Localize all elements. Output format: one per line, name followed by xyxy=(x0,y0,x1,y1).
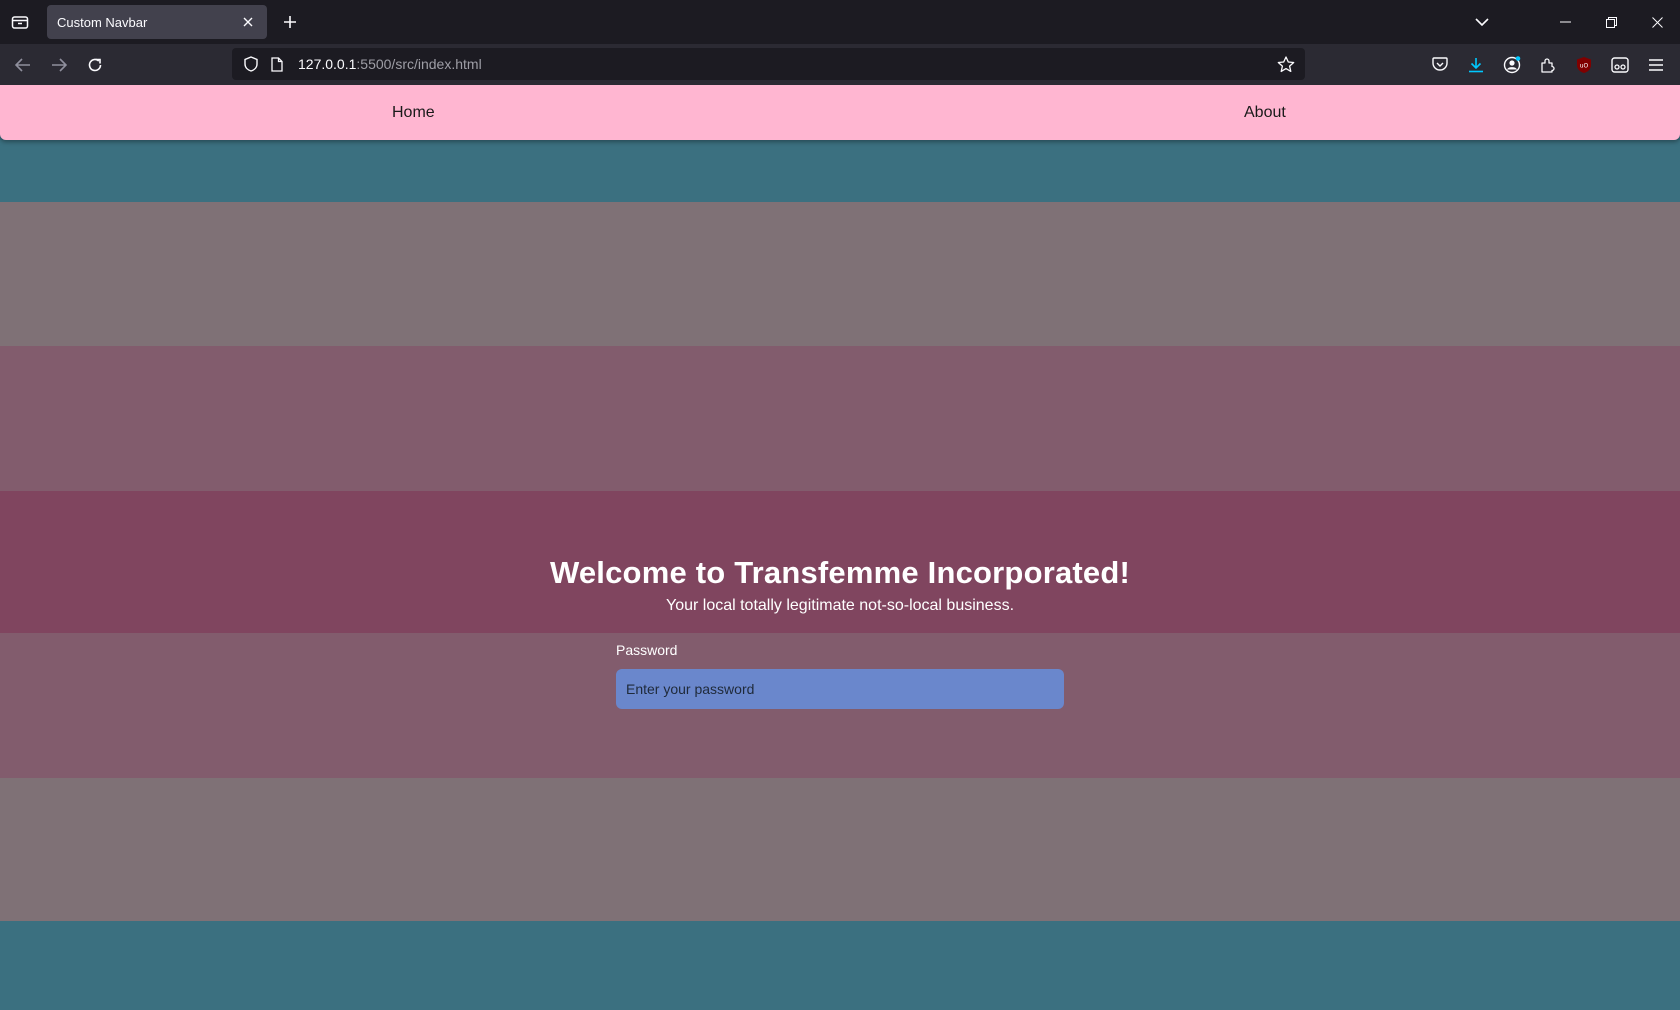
page-viewport: Home About Welcome to Transfemme Incorpo… xyxy=(0,85,1680,1010)
minimize-icon[interactable] xyxy=(1542,0,1588,44)
page-title: Welcome to Transfemme Incorporated! xyxy=(549,555,1131,590)
stripe-grey-top xyxy=(0,202,1680,346)
tab-title: Custom Navbar xyxy=(57,14,148,30)
stripe-mauve-top xyxy=(0,346,1680,491)
password-input[interactable] xyxy=(616,669,1064,709)
reader-view-icon[interactable] xyxy=(1602,49,1638,81)
svg-text:uO: uO xyxy=(1580,62,1589,69)
window-close-icon[interactable] xyxy=(1634,0,1680,44)
star-icon[interactable] xyxy=(1275,53,1297,75)
close-icon[interactable] xyxy=(239,13,257,31)
tab-overview-icon[interactable] xyxy=(8,10,32,34)
account-icon[interactable] xyxy=(1494,49,1530,81)
shield-icon[interactable] xyxy=(240,53,262,75)
back-arrow-icon[interactable] xyxy=(10,52,36,78)
ublock-icon[interactable]: uO xyxy=(1566,49,1602,81)
menu-icon[interactable] xyxy=(1638,49,1674,81)
stripe-grey-bottom xyxy=(0,778,1680,921)
window-controls xyxy=(1542,0,1680,44)
url-bar[interactable]: 127.0.0.1:5500/src/index.html xyxy=(232,48,1305,80)
tab-bar: Custom Navbar xyxy=(0,0,1680,44)
toolbar-actions: uO xyxy=(1422,44,1680,85)
nav-link-home[interactable]: Home xyxy=(392,85,435,140)
reload-icon[interactable] xyxy=(82,52,108,78)
page-subtitle: Your local totally legitimate not-so-loc… xyxy=(665,597,1015,614)
extensions-icon[interactable] xyxy=(1530,49,1566,81)
pocket-icon[interactable] xyxy=(1422,49,1458,81)
url-text[interactable]: 127.0.0.1:5500/src/index.html xyxy=(298,56,482,72)
restore-icon[interactable] xyxy=(1588,0,1634,44)
hero-section: Welcome to Transfemme Incorporated! Your… xyxy=(0,555,1680,615)
browser-tab[interactable]: Custom Navbar xyxy=(47,5,267,39)
page-icon[interactable] xyxy=(266,53,288,75)
chevron-down-icon[interactable] xyxy=(1470,10,1494,34)
browser-toolbar: 127.0.0.1:5500/src/index.html uO xyxy=(0,44,1680,85)
forward-arrow-icon[interactable] xyxy=(46,52,72,78)
password-label: Password xyxy=(616,642,678,658)
site-navbar: Home About xyxy=(0,85,1680,140)
download-icon[interactable] xyxy=(1458,49,1494,81)
nav-link-about[interactable]: About xyxy=(1244,85,1286,140)
url-path: :5500/src/index.html xyxy=(356,56,482,72)
url-host: 127.0.0.1 xyxy=(298,56,357,72)
plus-icon[interactable] xyxy=(278,10,302,34)
stripe-teal-bottom xyxy=(0,921,1680,1010)
